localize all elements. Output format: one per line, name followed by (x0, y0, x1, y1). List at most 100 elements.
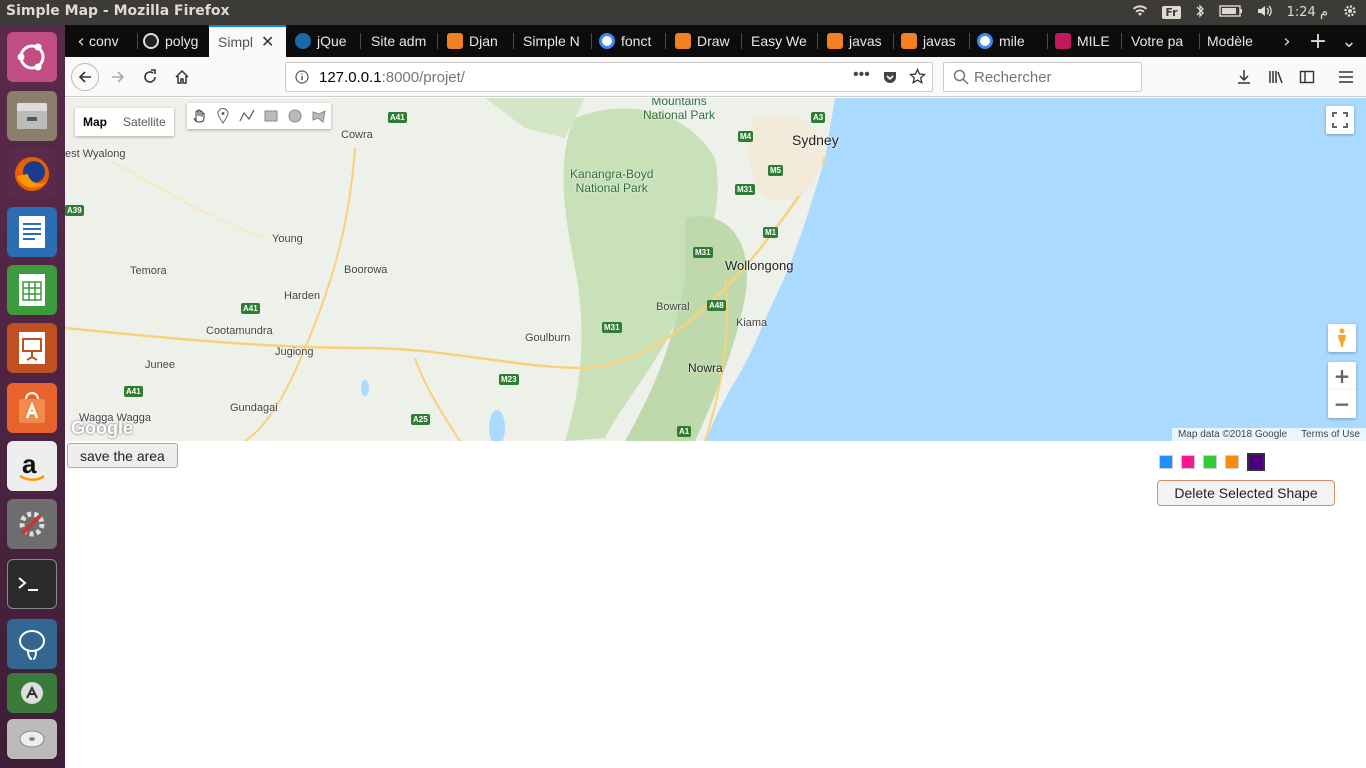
road-shield: A48 (707, 300, 726, 311)
tab-2[interactable]: polyg (143, 25, 205, 57)
road-shield: A41 (388, 112, 407, 123)
search-input[interactable] (974, 67, 1134, 87)
software-updater-icon[interactable] (7, 673, 57, 713)
tab-7[interactable]: Simple N (523, 25, 589, 57)
google-logo[interactable]: Google (71, 418, 133, 439)
libreoffice-impress-icon[interactable] (7, 323, 57, 373)
library-icon[interactable] (1262, 63, 1290, 91)
tab-14[interactable]: MILE (1055, 25, 1117, 57)
tabs-scroll-right-icon[interactable]: › (1273, 27, 1301, 55)
place-label: Junee (145, 359, 175, 371)
road-shield: A39 (65, 205, 84, 216)
hand-pan-icon[interactable] (187, 103, 211, 129)
road-shield: M23 (499, 374, 519, 385)
search-icon (953, 69, 969, 89)
close-tab-icon[interactable]: ✕ (261, 32, 274, 52)
keyboard-layout-indicator[interactable]: Fr (1162, 6, 1181, 19)
color-swatch[interactable] (1225, 455, 1239, 469)
software-center-icon[interactable] (7, 383, 57, 433)
new-tab-icon[interactable]: + (1304, 27, 1332, 55)
terms-of-use-link[interactable]: Terms of Use (1301, 429, 1360, 440)
tab-10[interactable]: Easy We (751, 25, 813, 57)
color-swatch-selected[interactable] (1247, 453, 1265, 471)
place-label: Jugiong (275, 346, 314, 358)
battery-icon[interactable] (1218, 4, 1243, 21)
libreoffice-writer-icon[interactable] (7, 207, 57, 257)
disk-icon[interactable] (7, 719, 57, 759)
stackoverflow-icon (827, 33, 843, 49)
street-view-pegman-icon[interactable] (1328, 324, 1356, 352)
zoom-in-icon[interactable]: + (1328, 362, 1356, 390)
tab-16[interactable]: Modèle (1207, 25, 1273, 57)
fullscreen-icon[interactable] (1326, 106, 1354, 134)
tab-1[interactable]: conv (89, 25, 137, 57)
polygon-tool-icon[interactable] (307, 103, 331, 129)
color-palette (1159, 453, 1265, 471)
place-label: est Wyalong (65, 148, 126, 160)
place-label: Harden (284, 290, 321, 302)
page-content: Sydney Wollongong Bowral Kiama Nowra Gou… (65, 98, 1366, 768)
stackoverflow-icon (675, 33, 691, 49)
hamburger-menu-icon[interactable] (1332, 63, 1360, 91)
color-swatch[interactable] (1159, 455, 1173, 469)
reload-icon[interactable] (136, 63, 164, 91)
downloads-icon[interactable] (1230, 63, 1258, 91)
bookmark-star-icon[interactable] (908, 67, 927, 89)
color-swatch[interactable] (1181, 455, 1195, 469)
window-title: Simple Map - Mozilla Firefox (6, 3, 230, 19)
tab-active-simple-map[interactable]: Simpl ✕ (209, 25, 286, 57)
firefox-icon[interactable] (7, 149, 57, 199)
url-text[interactable]: 127.0.0.1:8000/projet/ (319, 69, 465, 86)
back-icon[interactable] (71, 63, 99, 91)
system-settings-icon[interactable] (7, 499, 57, 549)
google-map[interactable]: Sydney Wollongong Bowral Kiama Nowra Gou… (65, 98, 1366, 441)
tab-15[interactable]: Votre pa (1131, 25, 1199, 57)
google-icon (977, 33, 993, 49)
tab-9[interactable]: Draw (675, 25, 735, 57)
tab-6[interactable]: Djan (447, 25, 509, 57)
road-shield: M31 (693, 247, 713, 258)
place-label: Goulburn (525, 332, 571, 344)
color-swatch[interactable] (1203, 455, 1217, 469)
page-actions-icon[interactable]: ••• (853, 66, 870, 84)
wifi-icon[interactable] (1132, 4, 1148, 21)
postgresql-icon[interactable] (7, 619, 57, 669)
rectangle-tool-icon[interactable] (259, 103, 283, 129)
info-icon[interactable] (295, 70, 309, 88)
tab-13[interactable]: mile (977, 25, 1043, 57)
drawing-toolbar (187, 103, 331, 129)
url-bar[interactable]: 127.0.0.1:8000/projet/ ••• (285, 62, 933, 92)
sidebar-icon[interactable] (1293, 63, 1321, 91)
tab-4[interactable]: jQue (295, 25, 357, 57)
map-data-credit[interactable]: Map data ©2018 Google (1178, 429, 1287, 440)
delete-selected-shape-button[interactable]: Delete Selected Shape (1157, 480, 1335, 506)
ubuntu-launcher: a (0, 25, 65, 768)
save-area-button[interactable]: save the area (67, 443, 178, 468)
tab-12[interactable]: javas (901, 25, 963, 57)
forward-icon[interactable] (104, 63, 132, 91)
clock[interactable]: 1:24 م (1287, 5, 1328, 20)
pocket-icon[interactable] (882, 69, 898, 89)
home-icon[interactable] (168, 63, 196, 91)
tab-11[interactable]: javas (827, 25, 887, 57)
map-type-map-button[interactable]: Map (75, 108, 115, 136)
map-type-satellite-button[interactable]: Satellite (115, 108, 174, 136)
place-label: Young (272, 233, 303, 245)
libreoffice-calc-icon[interactable] (7, 265, 57, 315)
volume-icon[interactable] (1257, 5, 1273, 21)
terminal-icon[interactable] (7, 559, 57, 609)
tab-5[interactable]: Site adm (371, 25, 433, 57)
gear-icon[interactable] (1342, 3, 1358, 23)
google-icon (599, 33, 615, 49)
circle-tool-icon[interactable] (283, 103, 307, 129)
bluetooth-icon[interactable] (1195, 3, 1205, 22)
list-all-tabs-icon[interactable]: ⌄ (1335, 27, 1363, 55)
ubuntu-dash-icon[interactable] (7, 32, 57, 82)
search-bar[interactable] (943, 62, 1142, 92)
amazon-icon[interactable]: a (7, 441, 57, 491)
files-icon[interactable] (7, 91, 57, 141)
zoom-out-icon[interactable]: − (1328, 390, 1356, 418)
polyline-tool-icon[interactable] (235, 103, 259, 129)
tab-8[interactable]: fonct (599, 25, 659, 57)
marker-tool-icon[interactable] (211, 103, 235, 129)
